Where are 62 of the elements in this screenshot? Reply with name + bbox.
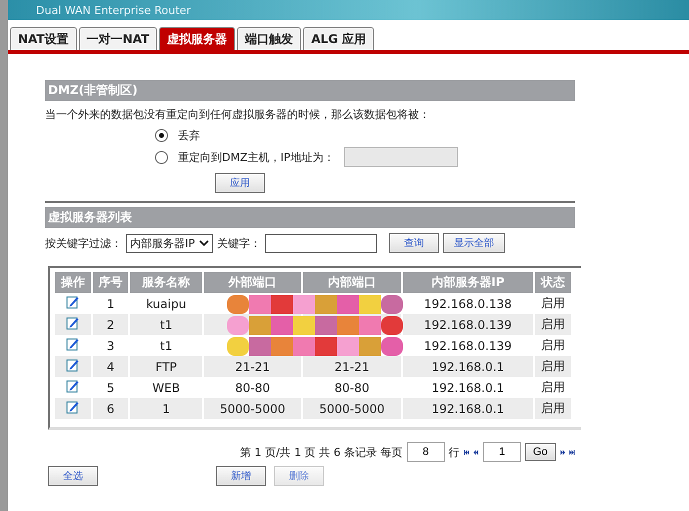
table-cell: 21-21 [204, 356, 302, 377]
show-all-button[interactable]: 显示全部 [442, 233, 505, 253]
table-cell: FTP [130, 356, 202, 377]
pager-info: 第 1 页/共 1 页 共 6 条记录 每页 [240, 444, 403, 460]
previous-page-icon[interactable] [473, 448, 479, 456]
edit-icon[interactable] [66, 295, 80, 309]
section-header: 虚拟服务器列表 [45, 207, 575, 228]
table-cell: 192.168.0.1 [402, 356, 534, 377]
edit-icon[interactable] [66, 337, 80, 351]
column-header: 内部服务器IP [402, 272, 534, 293]
edit-icon[interactable] [66, 400, 80, 414]
last-page-icon[interactable] [569, 448, 575, 456]
go-button[interactable]: Go [525, 443, 556, 461]
description-text: 当一个外来的数据包没有重定向到任何虚拟服务器的时候，那么该数据包将被： [45, 107, 431, 123]
table-cell: 4 [92, 356, 128, 377]
table-cell: 21-21 [303, 356, 401, 377]
column-header: 状态 [535, 272, 571, 293]
table-cell: 192.168.0.139 [402, 314, 534, 335]
banner-title: Dual WAN Enterprise Router [8, 0, 689, 20]
table-cell: 6 [92, 398, 128, 419]
radio-label: 丢弃 [178, 128, 200, 143]
table-cell: 启用 [535, 398, 571, 419]
keyword-field[interactable] [264, 234, 377, 252]
table-cell: 2 [92, 314, 128, 335]
table-cell: 启用 [535, 356, 571, 377]
table-cell: 启用 [535, 314, 571, 335]
first-page-icon[interactable] [464, 448, 470, 456]
tab[interactable]: 端口触发 [237, 27, 302, 50]
edit-icon[interactable] [66, 358, 80, 372]
ip-field[interactable] [344, 147, 458, 167]
table-cell: 5000-5000 [303, 398, 401, 419]
column-header: 外部端口 [204, 272, 302, 293]
next-page-icon[interactable] [560, 448, 566, 456]
page-field[interactable]: 1 [483, 442, 521, 462]
rows-label: 行 [448, 444, 460, 460]
edit-icon[interactable] [66, 379, 80, 393]
radio-button[interactable] [155, 129, 168, 142]
radio-button[interactable] [155, 150, 168, 164]
select-all-button[interactable]: 全选 [48, 466, 98, 486]
column-header: 内部端口 [303, 272, 401, 293]
column-header: 序号 [92, 272, 128, 293]
chevron-icon [198, 240, 209, 246]
keyword-label: 关键字： [216, 236, 261, 250]
table-cell: 1 [130, 398, 202, 419]
search-button[interactable]: 查询 [388, 233, 439, 253]
column-header: 操作 [55, 272, 91, 293]
column-header: 服务名称 [130, 272, 202, 293]
radio-label: 重定向到DMZ主机，IP地址为： [178, 150, 334, 164]
filter-label: 按关键字过滤： [45, 236, 122, 250]
per-page-field[interactable]: 8 [406, 442, 445, 462]
section-header: DMZ(非管制区) [45, 80, 575, 101]
edit-icon[interactable] [66, 316, 80, 330]
tab[interactable]: 一对一NAT [78, 27, 158, 50]
tab[interactable]: 虚拟服务器 [159, 27, 236, 50]
table-cell: 192.168.0.1 [402, 398, 534, 419]
apply-button[interactable]: 应用 [215, 173, 265, 193]
table-cell: t1 [130, 314, 202, 335]
filter-dropdown[interactable]: 内部服务器IP [126, 234, 213, 252]
tab[interactable]: ALG 应用 [303, 27, 374, 50]
table-cell: 5000-5000 [204, 398, 302, 419]
tab[interactable]: NAT设置 [10, 27, 77, 50]
add-button[interactable]: 新增 [216, 466, 266, 486]
